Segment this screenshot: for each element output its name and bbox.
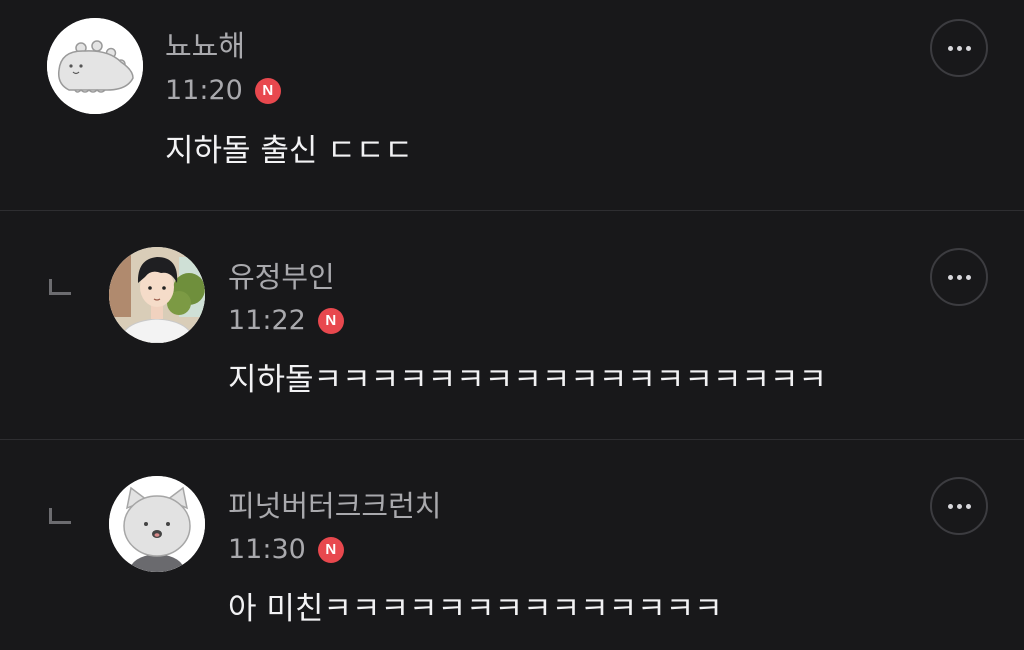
webtoon-boy-icon — [109, 247, 205, 343]
username[interactable]: 피넛버터크크런치 — [228, 488, 441, 524]
username[interactable]: 뇨뇨해 — [165, 28, 245, 64]
more-options-button[interactable] — [930, 477, 988, 535]
more-options-icon — [947, 274, 953, 280]
avatar[interactable] — [109, 247, 205, 343]
more-options-icon — [947, 45, 953, 51]
comment-time: 11:20 — [165, 75, 243, 106]
reply-indent-icon — [49, 508, 71, 524]
avatar[interactable] — [47, 18, 143, 114]
new-badge: N — [317, 537, 344, 563]
reply-comment-item: 유정부인 11:22 N 지하돌ㅋㅋㅋㅋㅋㅋㅋㅋㅋㅋㅋㅋㅋㅋㅋㅋㅋㅋ — [0, 211, 1024, 439]
more-options-dot — [965, 45, 971, 51]
cat-icon — [109, 476, 205, 572]
more-options-button[interactable] — [930, 248, 988, 306]
more-options-dot — [956, 274, 962, 280]
more-options-dot — [965, 274, 971, 280]
dinosaur-icon — [47, 18, 143, 114]
comment-meta: 11:20 N — [165, 75, 281, 107]
avatar[interactable] — [109, 476, 205, 572]
comment-time: 11:30 — [228, 534, 306, 565]
new-badge: N — [254, 78, 281, 104]
username[interactable]: 유정부인 — [228, 259, 335, 295]
more-options-icon — [947, 503, 953, 509]
comment-item: 뇨뇨해 11:20 N 지하돌 출신 ㄷㄷㄷ — [0, 0, 1024, 210]
comment-meta: 11:22 N — [228, 305, 344, 337]
comment-time: 11:22 — [228, 305, 306, 336]
comment-thread: 뇨뇨해 11:20 N 지하돌 출신 ㄷㄷㄷ 유정부인 11:22 N 지하돌ㅋ… — [0, 0, 1024, 650]
more-options-dot — [956, 503, 962, 509]
new-badge: N — [317, 308, 344, 334]
reply-comment-item: 피넛버터크크런치 11:30 N 아 미친ㅋㅋㅋㅋㅋㅋㅋㅋㅋㅋㅋㅋㅋㅋ — [0, 440, 1024, 650]
more-options-dot — [956, 45, 962, 51]
reply-indent-icon — [49, 279, 71, 295]
comment-meta: 11:30 N — [228, 534, 344, 566]
comment-text: 지하돌ㅋㅋㅋㅋㅋㅋㅋㅋㅋㅋㅋㅋㅋㅋㅋㅋㅋㅋ — [228, 362, 827, 398]
comment-text: 지하돌 출신 ㄷㄷㄷ — [165, 133, 413, 169]
more-options-dot — [965, 503, 971, 509]
comment-text: 아 미친ㅋㅋㅋㅋㅋㅋㅋㅋㅋㅋㅋㅋㅋㅋ — [228, 591, 723, 627]
more-options-button[interactable] — [930, 19, 988, 77]
